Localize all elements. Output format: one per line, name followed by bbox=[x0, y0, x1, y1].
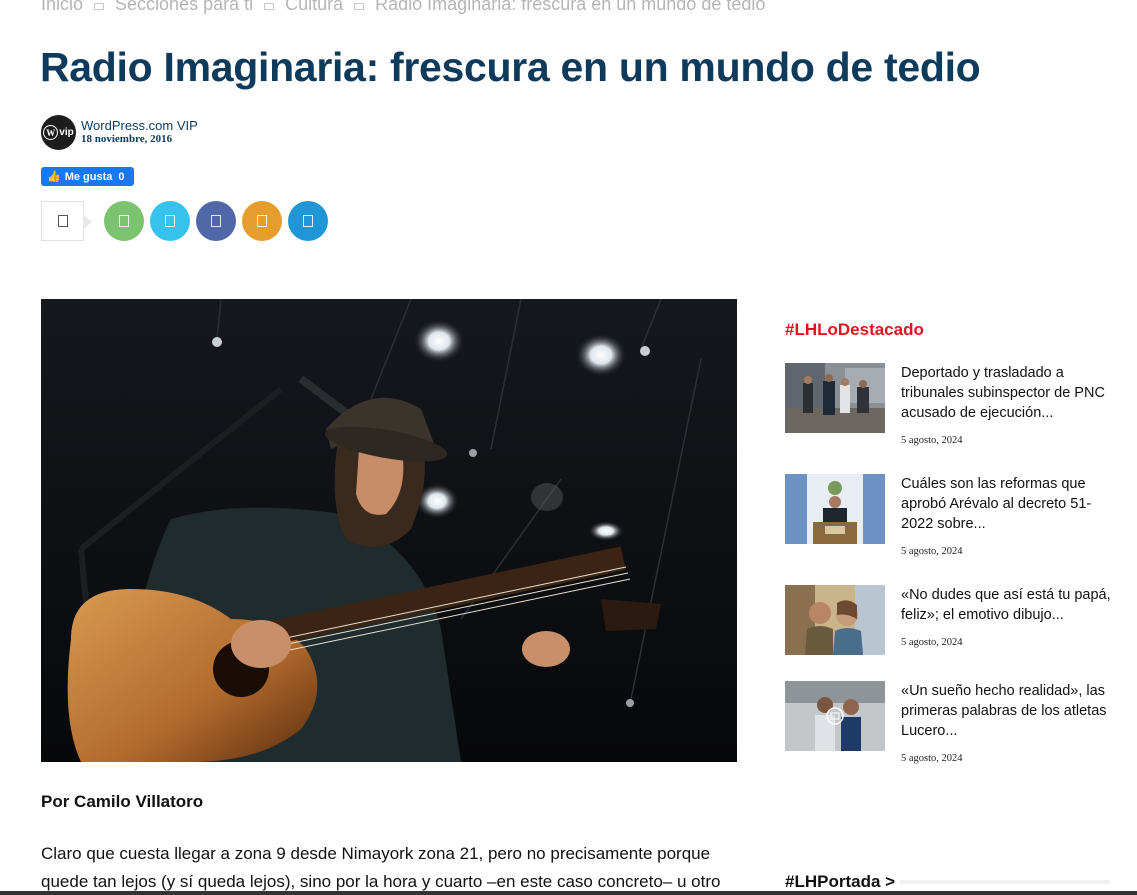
news-thumbnail[interactable] bbox=[785, 474, 885, 544]
breadcrumb-culture-link[interactable]: Cultura bbox=[285, 0, 343, 15]
news-date: 5 agosto, 2024 bbox=[901, 435, 963, 446]
news-thumbnail[interactable] bbox=[785, 363, 885, 433]
page-title: Radio Imaginaria: frescura en un mundo d… bbox=[40, 44, 981, 90]
sidebar-news-item[interactable]: «No dudes que así está tu papá, feliz»; … bbox=[785, 585, 1115, 655]
breadcrumb: Inicio Secciones para ti Cultura Radio I… bbox=[41, 0, 765, 15]
news-title[interactable]: «No dudes que así está tu papá, feliz»; … bbox=[901, 585, 1115, 625]
sidebar-news-item[interactable]: Deportado y trasladado a tribunales subi… bbox=[785, 363, 1115, 453]
folder-icon bbox=[354, 3, 365, 10]
facebook-icon[interactable] bbox=[196, 201, 236, 241]
breadcrumb-current: Radio Imaginaria: frescura en un mundo d… bbox=[375, 0, 766, 14]
news-date: 5 agosto, 2024 bbox=[901, 637, 963, 648]
email-icon[interactable] bbox=[242, 201, 282, 241]
bottom-edge bbox=[0, 891, 1137, 895]
breadcrumb-sections-link[interactable]: Secciones para ti bbox=[115, 0, 253, 15]
facebook-like-button[interactable]: 👍 Me gusta 0 bbox=[41, 167, 134, 186]
like-count: 0 bbox=[118, 170, 125, 183]
byline: Por Camilo Villatoro bbox=[41, 792, 204, 811]
share-bar bbox=[41, 201, 341, 241]
news-title[interactable]: Cuáles son las reformas que aprobó Aréva… bbox=[901, 474, 1115, 534]
author-block: Wvip WordPress.com VIP 18 noviembre, 201… bbox=[41, 115, 198, 150]
like-label: Me gusta bbox=[64, 170, 113, 183]
news-thumbnail[interactable] bbox=[785, 681, 885, 751]
folder-icon bbox=[264, 3, 275, 10]
news-title[interactable]: «Un sueño hecho realidad», las primeras … bbox=[901, 681, 1115, 741]
sidebar-news-item[interactable]: Cuáles son las reformas que aprobó Aréva… bbox=[785, 474, 1115, 564]
avatar[interactable]: Wvip bbox=[41, 115, 76, 150]
share-icon[interactable] bbox=[104, 201, 144, 241]
sidebar-heading[interactable]: #LHLoDestacado bbox=[785, 320, 924, 340]
sidebar-divider bbox=[900, 880, 1110, 884]
folder-icon bbox=[94, 3, 105, 10]
sidebar-news-item[interactable]: «Un sueño hecho realidad», las primeras … bbox=[785, 681, 1115, 771]
post-date: 18 noviembre, 2016 bbox=[81, 133, 173, 145]
news-date: 5 agosto, 2024 bbox=[901, 546, 963, 557]
thumbs-up-icon: 👍 bbox=[47, 171, 61, 183]
hero-image bbox=[41, 299, 737, 762]
article-body: Claro que cuesta llegar a zona 9 desde N… bbox=[41, 844, 721, 891]
news-thumbnail[interactable] bbox=[785, 585, 885, 655]
breadcrumb-home-link[interactable]: Inicio bbox=[41, 0, 83, 15]
news-title[interactable]: Deportado y trasladado a tribunales subi… bbox=[901, 363, 1115, 423]
sidebar-heading-portada[interactable]: #LHPortada > bbox=[785, 872, 895, 892]
twitter-icon[interactable] bbox=[150, 201, 190, 241]
author-name[interactable]: WordPress.com VIP bbox=[81, 119, 198, 133]
telegram-icon[interactable] bbox=[288, 201, 328, 241]
news-date: 5 agosto, 2024 bbox=[901, 753, 963, 764]
wordpress-icon: W bbox=[43, 125, 59, 140]
share-count-icon bbox=[41, 201, 92, 241]
